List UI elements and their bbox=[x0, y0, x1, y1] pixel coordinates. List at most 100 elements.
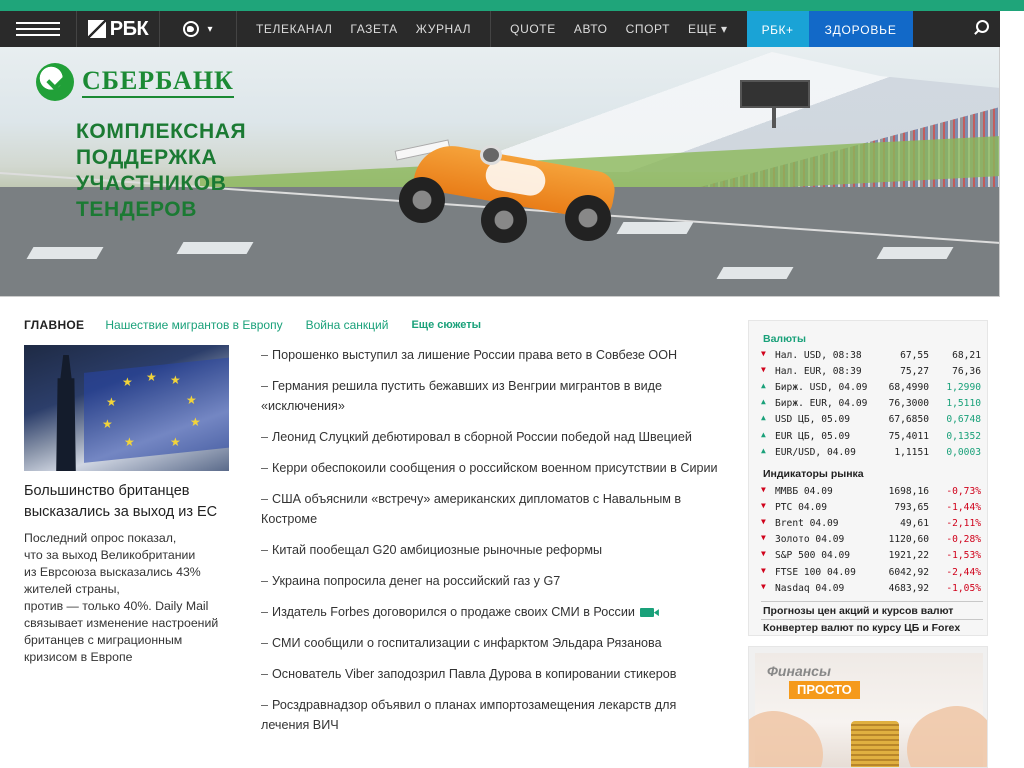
market-row-name: USD ЦБ, 05.09 bbox=[775, 414, 851, 426]
market-row-value: 76,3000 bbox=[888, 398, 929, 410]
main-navbar: РБК ▾ ТЕЛЕКАНАЛ ГАЗЕТА ЖУРНАЛ QUOTE АВТО… bbox=[0, 11, 1000, 70]
market-row[interactable]: ▼ Brent 04.09 49,61 -2,11% bbox=[761, 516, 981, 532]
tab-sanctions[interactable]: Война санкций bbox=[306, 318, 389, 332]
currencies-header[interactable]: Валюты bbox=[763, 333, 806, 345]
nav-item-more[interactable]: ЕЩЕ ▾ bbox=[679, 22, 737, 36]
tab-more-stories[interactable]: Еще сюжеты bbox=[411, 319, 481, 331]
news-item[interactable]: – Основатель Viber заподозрил Павла Дуров… bbox=[261, 664, 721, 684]
market-row-change: -1,44% bbox=[946, 502, 981, 514]
market-row[interactable]: ▲ Бирж. EUR, 04.09 76,3000 1,5110 bbox=[761, 396, 981, 412]
market-row-value: 68,4990 bbox=[888, 382, 929, 394]
rbc-logo-mark bbox=[87, 20, 106, 38]
market-row[interactable]: ▲ Бирж. USD, 04.09 68,4990 1,2990 bbox=[761, 380, 981, 396]
market-row[interactable]: ▼ Нал. EUR, 08:39 75,27 76,36 bbox=[761, 364, 981, 380]
converter-link[interactable]: Конвертер валют по курсу ЦБ и Forex bbox=[763, 622, 960, 634]
feature-image[interactable]: ★ ★ ★ ★ ★ ★ ★ ★ ★ bbox=[24, 345, 229, 471]
race-car-image bbox=[385, 127, 635, 247]
arrow-up-icon: ▲ bbox=[761, 445, 766, 455]
arrow-down-icon: ▼ bbox=[761, 533, 766, 543]
market-row-name: Нал. USD, 08:38 bbox=[775, 350, 862, 361]
market-row-name: ММВБ 04.09 bbox=[775, 486, 833, 497]
market-row-change: 76,36 bbox=[952, 366, 981, 378]
news-item[interactable]: – США объяснили «встречу» американских ди… bbox=[261, 489, 721, 529]
arrow-up-icon: ▲ bbox=[761, 413, 766, 423]
arrow-down-icon: ▼ bbox=[761, 501, 766, 511]
rbc-logo[interactable]: РБК bbox=[77, 11, 159, 47]
market-row[interactable]: ▼ S&P 500 04.09 1921,22 -1,53% bbox=[761, 548, 981, 564]
market-row-change: -0,28% bbox=[946, 534, 981, 546]
news-item[interactable]: – Леонид Слуцкий дебютировал в сборной Ро… bbox=[261, 427, 721, 447]
market-row-name: Nasdaq 04.09 bbox=[775, 582, 845, 594]
arrow-down-icon: ▼ bbox=[761, 485, 766, 494]
market-row[interactable]: ▲ EUR/USD, 04.09 1,1151 0,0003 bbox=[761, 445, 981, 461]
nav-item-auto[interactable]: АВТО bbox=[565, 22, 617, 36]
nav-group-sections: QUOTE АВТО СПОРТ ЕЩЕ ▾ bbox=[491, 11, 746, 47]
market-row-change: 1,5110 bbox=[946, 398, 981, 410]
market-row-name: Brent 04.09 bbox=[775, 518, 839, 530]
market-row-value: 75,4011 bbox=[888, 430, 929, 442]
market-row-name: EUR/USD, 04.09 bbox=[775, 446, 856, 458]
market-row[interactable]: ▲ EUR ЦБ, 05.09 75,4011 0,1352 bbox=[761, 429, 981, 445]
nav-item-magazine[interactable]: ЖУРНАЛ bbox=[407, 22, 480, 36]
arrow-down-icon: ▼ bbox=[761, 517, 766, 527]
market-row-change: 1,2990 bbox=[946, 382, 981, 394]
arrow-down-icon: ▼ bbox=[761, 365, 766, 375]
nav-item-tv[interactable]: ТЕЛЕКАНАЛ bbox=[247, 22, 341, 36]
market-row-change: -2,11% bbox=[946, 518, 981, 530]
search-icon[interactable] bbox=[972, 20, 990, 38]
story-tabs: ГЛАВНОЕ Нашествие мигрантов в Европу Вой… bbox=[24, 318, 481, 332]
market-row[interactable]: ▲ USD ЦБ, 05.09 67,6850 0,6748 bbox=[761, 412, 981, 428]
market-row[interactable]: ▼ Нал. USD, 08:38 67,55 68,21 bbox=[761, 348, 981, 364]
banner-scoreboard bbox=[740, 80, 810, 128]
market-row[interactable]: ▼ РТС 04.09 793,65 -1,44% bbox=[761, 500, 981, 516]
sberbank-ad-banner[interactable]: СБЕРБАНК КОМПЛЕКСНАЯ ПОДДЕРЖКА УЧАСТНИКО… bbox=[0, 47, 1000, 297]
news-item[interactable]: – Китай пообещал G20 амбициозные рыночные… bbox=[261, 540, 721, 560]
nav-item-sport[interactable]: СПОРТ bbox=[617, 22, 679, 36]
forecasts-link[interactable]: Прогнозы цен акций и курсов валют bbox=[763, 605, 953, 617]
market-row[interactable]: ▼ Nasdaq 04.09 4683,92 -1,05% bbox=[761, 581, 981, 597]
sberbank-logo: СБЕРБАНК bbox=[36, 63, 234, 101]
nav-item-newspaper[interactable]: ГАЗЕТА bbox=[341, 22, 406, 36]
market-row-change: 0,1352 bbox=[946, 430, 981, 442]
tab-main[interactable]: ГЛАВНОЕ bbox=[24, 318, 84, 332]
market-row-change: -2,44% bbox=[946, 566, 981, 578]
news-item[interactable]: – СМИ сообщили о госпитализации с инфаркт… bbox=[261, 633, 721, 653]
promo-title: Финансы bbox=[767, 663, 831, 679]
market-widget: Валюты ▼ Нал. USD, 08:38 67,55 68,21 ▼ Нал. E… bbox=[748, 320, 988, 636]
arrow-down-icon: ▼ bbox=[761, 565, 766, 575]
market-row-name: Бирж. EUR, 04.09 bbox=[775, 398, 868, 410]
market-row-change: 68,21 bbox=[952, 350, 981, 361]
market-row[interactable]: ▼ FTSE 100 04.09 6042,92 -2,44% bbox=[761, 565, 981, 581]
market-row-change: -1,53% bbox=[946, 550, 981, 562]
banner-slogan: КОМПЛЕКСНАЯ ПОДДЕРЖКА УЧАСТНИКОВ ТЕНДЕРО… bbox=[76, 120, 247, 221]
promo-badge: ПРОСТО bbox=[789, 681, 860, 699]
market-row-name: FTSE 100 04.09 bbox=[775, 566, 856, 578]
news-item[interactable]: – Порошенко выступил за лишение России пр… bbox=[261, 345, 721, 365]
news-item[interactable]: – Керри обеспокоили сообщения о российско… bbox=[261, 458, 721, 478]
market-row-change: -1,05% bbox=[946, 582, 981, 594]
indicators-header[interactable]: Индикаторы рынка bbox=[763, 468, 864, 480]
market-row-value: 1120,60 bbox=[888, 534, 929, 546]
news-item[interactable]: – Росздравнадзор объявил о планах импорто… bbox=[261, 695, 721, 735]
market-row-name: EUR ЦБ, 05.09 bbox=[775, 430, 851, 442]
globe-icon bbox=[183, 21, 200, 37]
news-item[interactable]: – Украина попросила денег на российский г… bbox=[261, 571, 721, 591]
tab-migrants[interactable]: Нашествие мигрантов в Европу bbox=[105, 318, 282, 332]
market-row-value: 1921,22 bbox=[888, 550, 929, 562]
region-selector[interactable]: ▾ bbox=[160, 11, 236, 47]
market-row-value: 67,6850 bbox=[888, 414, 929, 426]
news-item[interactable]: – Германия решила пустить бежавших из Вен… bbox=[261, 376, 721, 416]
market-row[interactable]: ▼ Золото 04.09 1120,60 -0,28% bbox=[761, 532, 981, 548]
rbc-logo-text: РБК bbox=[109, 17, 149, 40]
market-row-name: Нал. EUR, 08:39 bbox=[775, 366, 862, 378]
feature-title[interactable]: Большинство британцев высказались за вых… bbox=[24, 481, 234, 523]
market-row[interactable]: ▼ ММВБ 04.09 1698,16 -0,73% bbox=[761, 484, 981, 500]
finance-promo-banner[interactable]: Финансы ПРОСТО bbox=[748, 646, 988, 768]
news-item[interactable]: – Издатель Forbes договорился о продаже с… bbox=[261, 602, 721, 622]
market-row-value: 1,1151 bbox=[894, 446, 929, 458]
menu-icon[interactable] bbox=[0, 11, 76, 47]
coins-image bbox=[851, 721, 899, 767]
market-row-change: 0,0003 bbox=[946, 446, 981, 458]
market-row-name: РТС 04.09 bbox=[775, 502, 827, 514]
nav-item-quote[interactable]: QUOTE bbox=[501, 22, 565, 36]
